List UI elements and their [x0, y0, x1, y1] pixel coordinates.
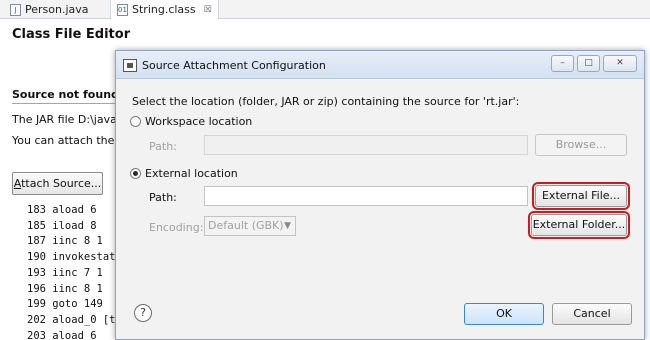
close-button[interactable]: ✕ [603, 55, 637, 72]
tab-string-class[interactable]: 01 String.class ☒ [110, 0, 219, 19]
tab-label: String.class [132, 3, 196, 16]
external-folder-button[interactable]: External Folder... [528, 211, 630, 239]
external-file-button[interactable]: External File... [532, 182, 630, 210]
radio-checked-icon[interactable] [130, 168, 141, 179]
tab-label: Person.java [25, 3, 89, 16]
external-location-option[interactable]: External location [130, 167, 238, 180]
editor-title: Class File Editor [12, 27, 131, 42]
mnemonic-letter: A [13, 177, 22, 190]
browse-button: Browse... [535, 134, 627, 156]
attach-hint-text: You can attach the s [12, 134, 124, 147]
radio-unchecked-icon[interactable] [130, 116, 141, 127]
help-icon[interactable]: ? [134, 304, 152, 322]
java-file-icon: J [10, 3, 21, 16]
external-path-input[interactable] [204, 186, 528, 206]
encoding-label: Encoding: [149, 221, 204, 234]
maximize-button[interactable]: □ [577, 55, 600, 72]
workspace-path-label: Path: [149, 140, 177, 153]
tab-person-java[interactable]: J Person.java [4, 0, 95, 19]
minimize-button[interactable]: – [551, 55, 574, 72]
encoding-value: Default (GBK) [208, 219, 284, 232]
chevron-down-icon: ▼ [284, 221, 291, 231]
encoding-select: Default (GBK) ▼ [204, 216, 296, 236]
attach-source-button[interactable]: Attach Source... [12, 172, 103, 195]
window-icon [123, 59, 137, 72]
ok-button[interactable]: OK [464, 303, 544, 325]
cancel-button[interactable]: Cancel [552, 303, 632, 325]
workspace-path-field [204, 135, 528, 155]
class-file-icon: 01 [117, 3, 128, 16]
source-attachment-dialog: Source Attachment Configuration – □ ✕ Se… [115, 50, 645, 340]
jar-file-text: The JAR file D:\java\ [12, 113, 121, 126]
instruction-text: Select the location (folder, JAR or zip)… [132, 95, 520, 108]
external-path-label: Path: [149, 191, 177, 204]
dialog-title: Source Attachment Configuration [142, 59, 326, 72]
editor-tab-bar: J Person.java 01 String.class ☒ [0, 0, 650, 19]
section-title: Source not found [12, 88, 119, 101]
workspace-location-label: Workspace location [145, 115, 253, 128]
attach-source-label: ttach Source... [21, 177, 102, 190]
dialog-body: Select the location (folder, JAR or zip)… [116, 79, 644, 339]
dialog-title-bar[interactable]: Source Attachment Configuration – □ ✕ [116, 51, 644, 79]
workspace-location-option[interactable]: Workspace location [130, 115, 252, 128]
close-icon[interactable]: ☒ [204, 5, 212, 15]
external-location-label: External location [145, 167, 238, 180]
divider [12, 103, 117, 104]
